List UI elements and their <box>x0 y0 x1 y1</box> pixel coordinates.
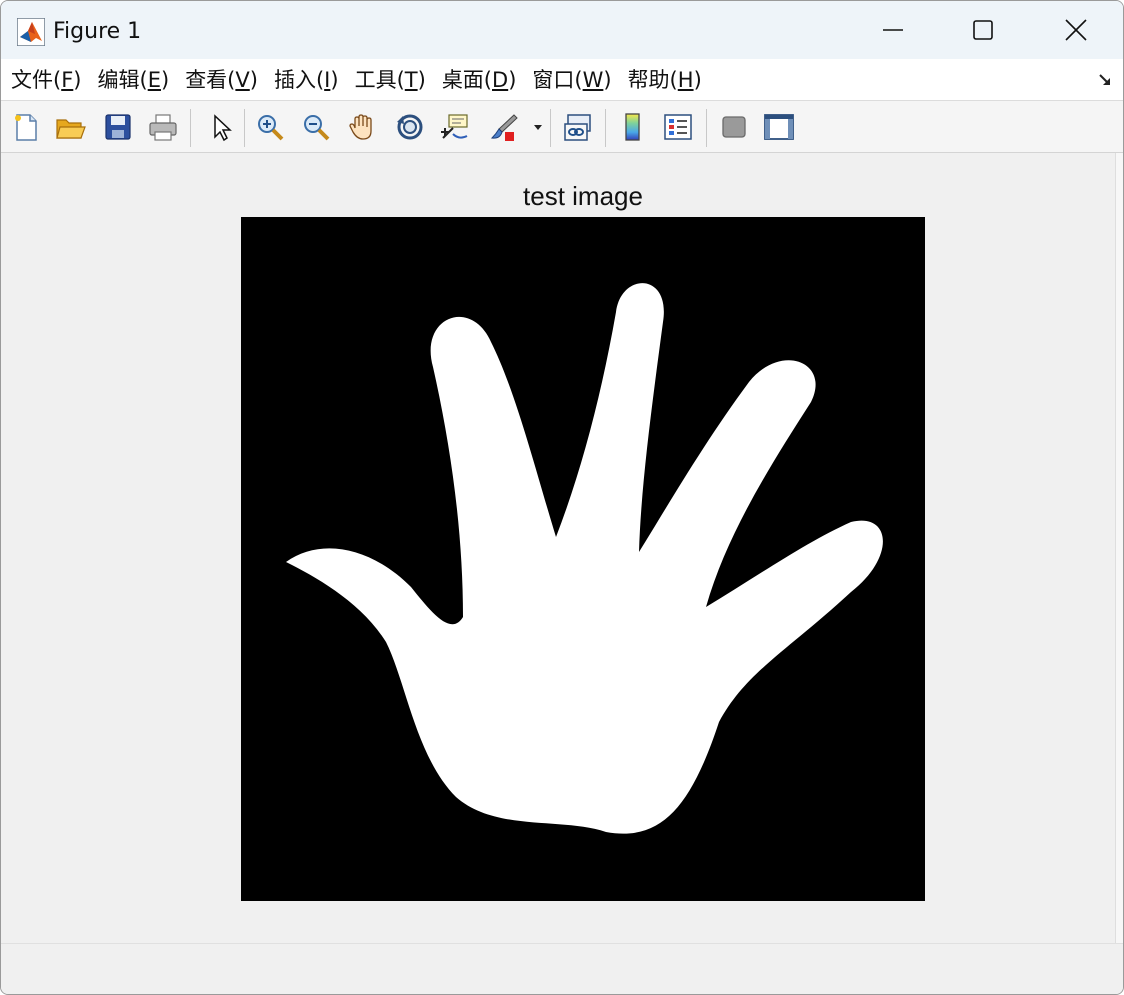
hide-plot-tools-icon <box>722 116 746 138</box>
pan-button[interactable] <box>347 111 379 143</box>
figure-window: Figure 1 文件(F) 编辑(E) 查看(V) 插入(I) 工具(T) 桌… <box>0 0 1124 995</box>
toolbar-separator <box>550 109 551 147</box>
chevron-down-icon <box>534 125 542 130</box>
open-file-button[interactable] <box>55 111 87 143</box>
new-figure-button[interactable] <box>10 111 42 143</box>
maximize-icon <box>973 20 993 40</box>
edit-plot-button[interactable] <box>204 111 236 143</box>
save-icon <box>105 114 131 140</box>
right-border-strip <box>1115 153 1123 943</box>
figure-toolbar <box>1 101 1123 153</box>
bottom-border-strip <box>1 943 1123 994</box>
toolbar-separator <box>244 109 245 147</box>
hide-plot-tools-button[interactable] <box>718 111 750 143</box>
new-figure-icon <box>15 114 37 141</box>
menu-window[interactable]: 窗口(W) <box>532 59 611 101</box>
colorbar-button[interactable] <box>617 111 649 143</box>
menu-desktop[interactable]: 桌面(D) <box>442 59 517 101</box>
menu-tools[interactable]: 工具(T) <box>355 59 426 101</box>
close-button[interactable] <box>1029 1 1123 59</box>
edit-plot-icon <box>214 114 232 142</box>
colorbar-icon <box>625 113 640 141</box>
show-plot-tools-button[interactable] <box>763 111 795 143</box>
link-plot-button[interactable] <box>562 111 594 143</box>
print-button[interactable] <box>147 111 179 143</box>
data-cursor-icon <box>441 114 468 139</box>
menu-bar: 文件(F) 编辑(E) 查看(V) 插入(I) 工具(T) 桌面(D) 窗口(W… <box>1 59 1123 101</box>
menu-edit[interactable]: 编辑(E) <box>98 59 170 101</box>
toolbar-separator <box>605 109 606 147</box>
menu-file[interactable]: 文件(F) <box>11 59 82 101</box>
rotate-3d-icon <box>397 114 423 140</box>
zoom-in-button[interactable] <box>255 111 287 143</box>
dock-arrow-icon[interactable] <box>1097 72 1113 88</box>
menu-insert[interactable]: 插入(I) <box>274 59 339 101</box>
toolbar-separator <box>706 109 707 147</box>
legend-icon <box>664 114 692 140</box>
toolbar-separator <box>190 109 191 147</box>
zoom-out-icon <box>304 115 330 141</box>
zoom-in-icon <box>258 115 284 141</box>
hand-image <box>241 217 925 901</box>
legend-button[interactable] <box>662 111 694 143</box>
open-file-icon <box>56 119 86 139</box>
window-title: Figure 1 <box>53 19 142 44</box>
show-plot-tools-icon <box>764 114 794 140</box>
brush-icon <box>490 114 518 141</box>
zoom-out-button[interactable] <box>301 111 333 143</box>
axes-title: test image <box>523 181 643 211</box>
data-cursor-button[interactable] <box>439 111 471 143</box>
save-button[interactable] <box>102 111 134 143</box>
matlab-logo-icon <box>17 18 45 46</box>
minimize-icon <box>883 29 903 31</box>
print-icon <box>149 114 177 141</box>
image-axes[interactable] <box>241 217 925 901</box>
minimize-button[interactable] <box>846 1 940 59</box>
brush-dropdown-button[interactable] <box>529 111 547 143</box>
pan-icon <box>349 114 372 140</box>
menu-view[interactable]: 查看(V) <box>185 59 258 101</box>
menu-help[interactable]: 帮助(H) <box>628 59 702 101</box>
maximize-button[interactable] <box>936 1 1030 59</box>
link-plot-icon <box>564 114 591 141</box>
rotate-3d-button[interactable] <box>394 111 426 143</box>
brush-button[interactable] <box>488 111 520 143</box>
close-icon <box>1065 19 1087 41</box>
title-bar[interactable]: Figure 1 <box>1 1 1123 59</box>
